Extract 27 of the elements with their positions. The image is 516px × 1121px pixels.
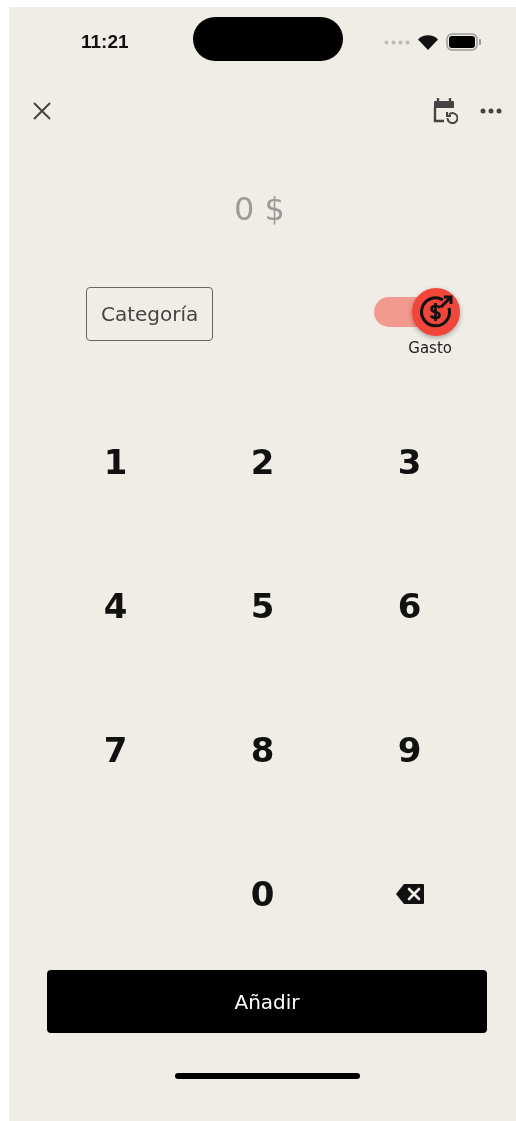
signal-icon: [384, 39, 410, 45]
close-button[interactable]: [31, 100, 53, 122]
add-button[interactable]: Añadir: [47, 970, 487, 1033]
keypad-key[interactable]: 5: [250, 586, 275, 626]
toggle-label: Gasto: [408, 339, 452, 357]
calendar-button[interactable]: [432, 97, 458, 125]
keypad-key[interactable]: 8: [250, 730, 275, 770]
backspace-icon: [394, 883, 425, 905]
close-icon: [31, 100, 53, 122]
keypad-key[interactable]: 0: [250, 874, 275, 914]
category-button[interactable]: Categoría: [86, 287, 214, 341]
keypad-key[interactable]: 3: [397, 442, 422, 482]
keypad-key[interactable]: 6: [397, 586, 422, 626]
expense-toggle[interactable]: [374, 287, 460, 337]
keypad-key[interactable]: 7: [103, 730, 128, 770]
backspace-key[interactable]: [394, 883, 425, 905]
status-time: 11:21: [81, 31, 130, 53]
keypad-key[interactable]: 9: [397, 730, 422, 770]
calendar-repeat-icon: [432, 97, 458, 125]
wifi-icon: [418, 34, 438, 50]
keypad-key[interactable]: 2: [250, 442, 275, 482]
keypad-key[interactable]: 1: [103, 442, 128, 482]
more-button[interactable]: [480, 108, 502, 114]
keypad-key[interactable]: 4: [103, 586, 128, 626]
battery-icon: [446, 33, 482, 51]
amount-display: 0 $: [234, 190, 285, 228]
more-icon: [480, 108, 502, 114]
